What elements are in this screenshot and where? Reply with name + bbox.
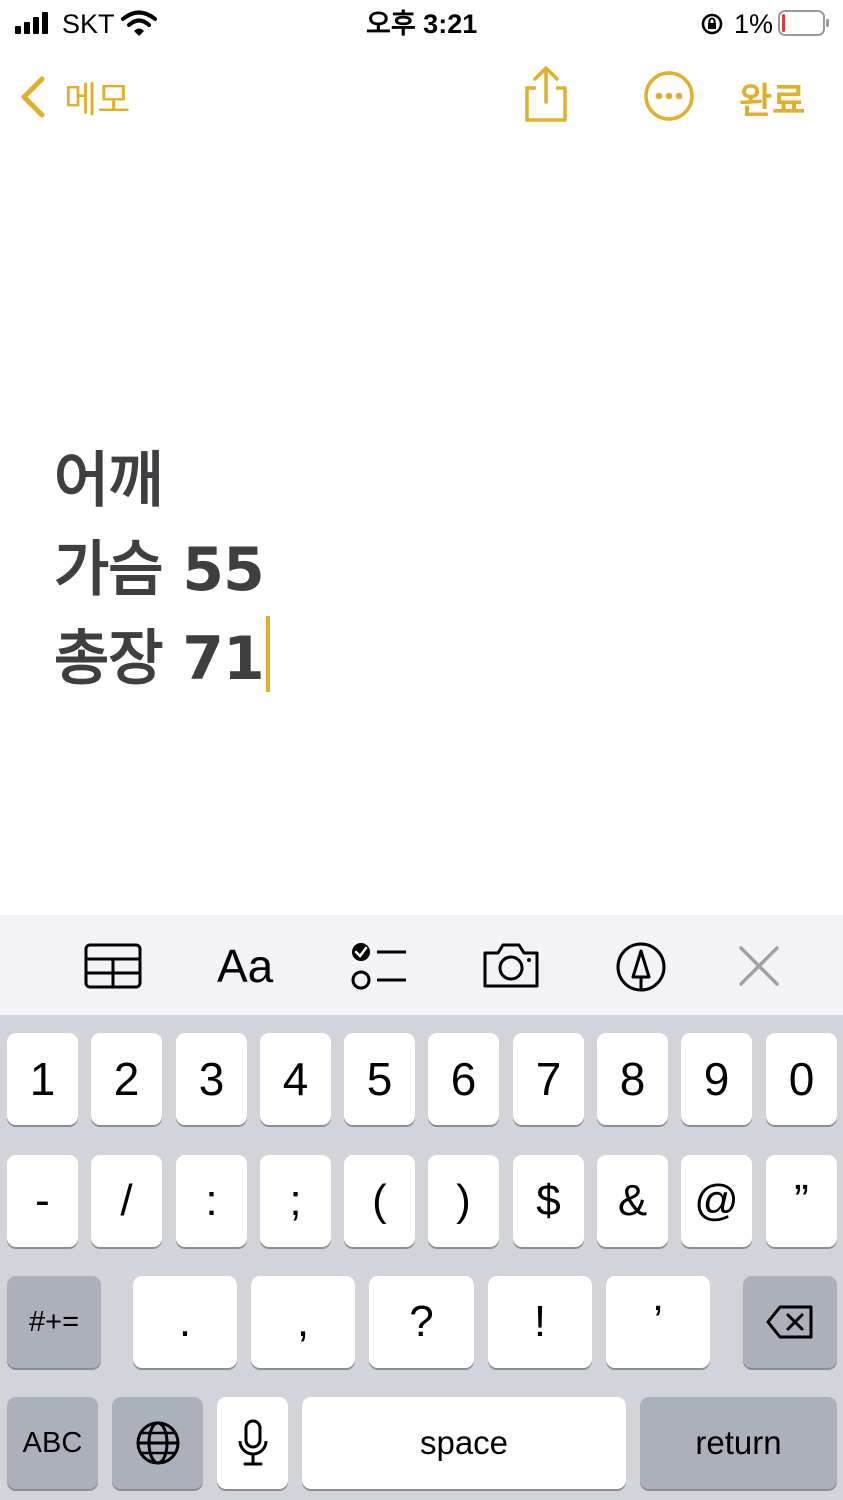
note-editor[interactable]: 어깨 가슴 55 총장 71 (0, 140, 843, 915)
back-button[interactable]: 메모 (18, 72, 148, 122)
key-hyphen[interactable]: - (7, 1155, 78, 1247)
key-exclaim[interactable]: ! (488, 1276, 592, 1368)
markup-icon[interactable] (615, 941, 667, 993)
battery-icon (778, 10, 829, 36)
note-line-1: 어깨 (54, 446, 163, 516)
key-open-paren[interactable]: ( (344, 1155, 415, 1247)
text-cursor (265, 615, 270, 692)
key-comma[interactable]: , (251, 1276, 355, 1368)
key-period[interactable]: . (133, 1276, 237, 1368)
camera-icon[interactable] (481, 941, 541, 989)
globe-icon (136, 1421, 179, 1465)
key-colon[interactable]: : (176, 1155, 247, 1247)
key-4[interactable]: 4 (260, 1033, 331, 1125)
return-key[interactable]: return (640, 1397, 837, 1489)
key-apostrophe[interactable]: ’ (606, 1276, 710, 1368)
key-question[interactable]: ? (369, 1276, 474, 1368)
done-button[interactable]: 완료 (739, 72, 805, 124)
note-line-2: 가슴 55 (54, 535, 265, 605)
table-icon[interactable] (84, 943, 142, 989)
key-semicolon[interactable]: ; (260, 1155, 331, 1247)
status-time: 오후 3:21 (366, 9, 478, 39)
format-toolbar: Aa (0, 915, 843, 1015)
backspace-key[interactable] (743, 1276, 837, 1368)
close-icon[interactable] (738, 945, 780, 987)
key-7[interactable]: 7 (513, 1033, 584, 1125)
symbols-toggle-key[interactable]: #+= (7, 1276, 101, 1368)
share-icon[interactable] (522, 66, 570, 124)
keyboard: 1 2 3 4 5 6 7 8 9 0 - / : ; ( ) $ & @ ” … (0, 1015, 843, 1500)
microphone-key[interactable] (217, 1397, 288, 1489)
key-slash[interactable]: / (91, 1155, 162, 1247)
back-label: 메모 (64, 79, 131, 120)
abc-key[interactable]: ABC (7, 1397, 98, 1489)
space-key[interactable]: space (302, 1397, 626, 1489)
checklist-icon[interactable] (350, 939, 408, 993)
wifi-icon (121, 10, 157, 36)
battery-percent: 1% (734, 9, 774, 39)
microphone-icon (238, 1419, 267, 1466)
key-2[interactable]: 2 (91, 1033, 162, 1125)
key-close-paren[interactable]: ) (428, 1155, 499, 1247)
more-icon[interactable] (643, 70, 695, 122)
signal-icon (15, 12, 48, 34)
note-line-3: 총장 71 (54, 624, 265, 694)
key-6[interactable]: 6 (428, 1033, 499, 1125)
key-dollar[interactable]: $ (513, 1155, 584, 1247)
key-at[interactable]: @ (681, 1155, 752, 1247)
note-line-3-wrap: 총장 71 (54, 610, 270, 697)
key-0[interactable]: 0 (766, 1033, 837, 1125)
backspace-icon (766, 1305, 813, 1339)
key-quote[interactable]: ” (766, 1155, 837, 1247)
format-icon[interactable]: Aa (217, 939, 273, 993)
rotation-lock-icon (701, 13, 723, 35)
carrier-label: SKT (62, 9, 115, 39)
key-3[interactable]: 3 (176, 1033, 247, 1125)
key-8[interactable]: 8 (597, 1033, 668, 1125)
key-5[interactable]: 5 (344, 1033, 415, 1125)
key-9[interactable]: 9 (681, 1033, 752, 1125)
chevron-left-icon (21, 76, 45, 118)
status-bar: SKT 오후 3:21 1% (0, 0, 843, 48)
key-1[interactable]: 1 (7, 1033, 78, 1125)
key-ampersand[interactable]: & (597, 1155, 668, 1247)
globe-key[interactable] (112, 1397, 203, 1489)
